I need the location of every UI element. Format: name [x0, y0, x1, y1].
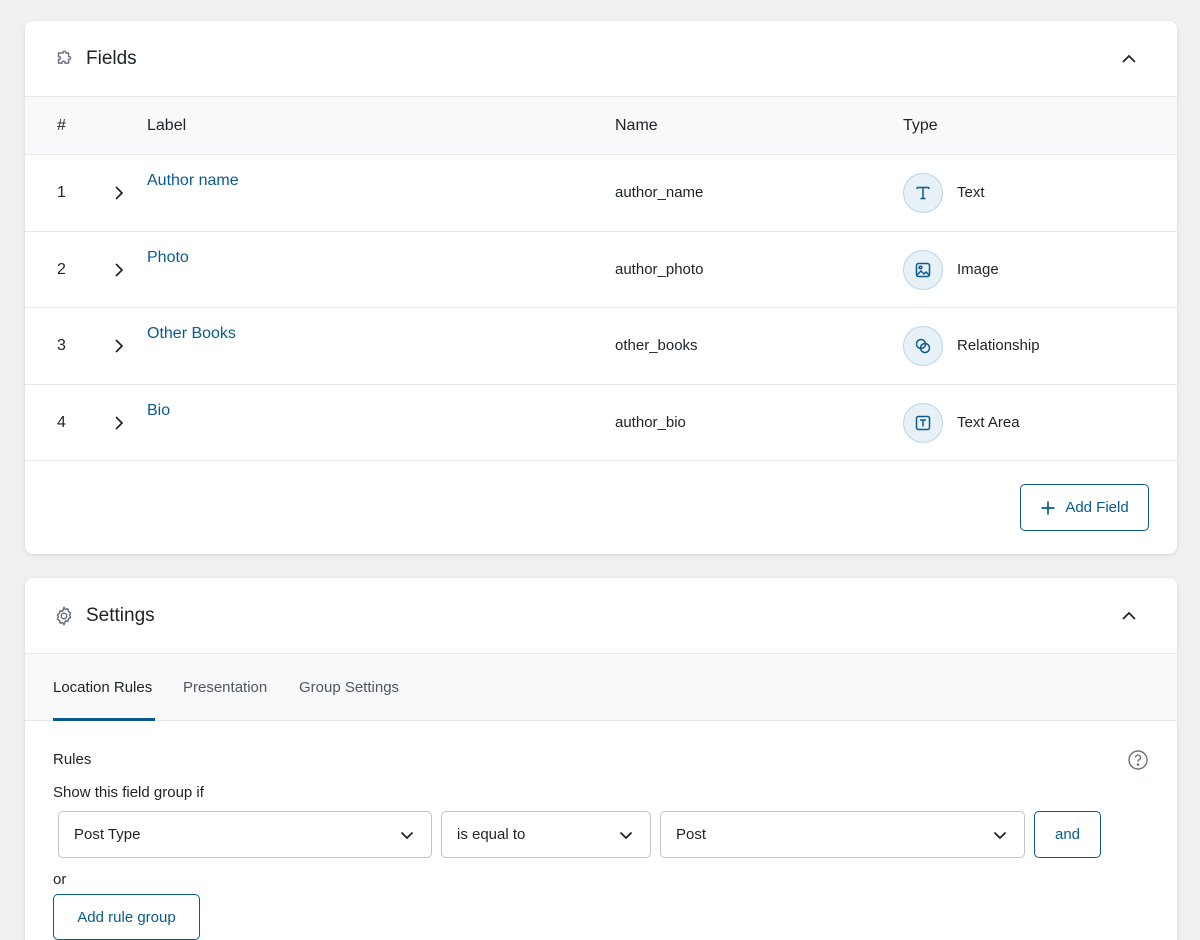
fields-table-header: # Label Name Type [25, 97, 1177, 155]
chevron-up-icon[interactable] [1119, 606, 1139, 626]
field-name: author_name [615, 184, 704, 201]
chevron-down-icon [991, 826, 1009, 844]
chevron-down-icon [617, 826, 635, 844]
field-number: 1 [57, 184, 66, 201]
settings-tabs: Location Rules Presentation Group Settin… [25, 654, 1177, 721]
and-button[interactable]: and [1034, 811, 1101, 858]
rule-operator-value: is equal to [457, 826, 526, 843]
field-number: 2 [57, 260, 66, 278]
chevron-right-icon[interactable] [111, 337, 127, 355]
rule-param-value: Post Type [74, 826, 141, 843]
field-label-link[interactable]: Other Books [147, 325, 236, 343]
image-type-icon [903, 249, 943, 290]
column-header-label: Label [147, 117, 187, 134]
field-row[interactable]: 2 Photo author_photo Image [25, 232, 1177, 308]
tab-presentation[interactable]: Presentation [183, 679, 267, 696]
field-number: 4 [57, 413, 66, 431]
rule-value-value: Post [676, 826, 707, 843]
help-icon[interactable] [1127, 749, 1149, 771]
field-type: Image [957, 260, 999, 278]
add-field-button[interactable]: Add Field [1020, 484, 1149, 531]
active-tab-indicator [53, 718, 155, 721]
field-label-link[interactable]: Photo [147, 249, 189, 267]
rule-value-select[interactable]: Post [660, 811, 1025, 858]
chevron-right-icon[interactable] [111, 184, 127, 202]
puzzle-icon [53, 48, 75, 70]
column-header-type: Type [903, 117, 938, 134]
add-rule-group-button[interactable]: Add rule group [53, 894, 200, 940]
settings-panel: Settings Location Rules Presentation Gro… [25, 578, 1177, 940]
fields-panel: Fields # Label Name Type 1 Author name a… [25, 21, 1177, 554]
column-header-number: # [57, 117, 66, 134]
or-label: or [53, 871, 67, 888]
field-type: Text Area [957, 413, 1020, 431]
field-row[interactable]: 1 Author name author_name Text [25, 155, 1177, 232]
column-header-name: Name [615, 117, 658, 134]
chevron-down-icon [398, 826, 416, 844]
add-field-label: Add Field [1065, 499, 1129, 516]
field-name: author_bio [615, 413, 686, 431]
field-row[interactable]: 4 Bio author_bio Text Area [25, 385, 1177, 461]
tab-group-settings[interactable]: Group Settings [299, 679, 399, 696]
tab-location-rules[interactable]: Location Rules [53, 679, 152, 696]
field-label-link[interactable]: Bio [147, 402, 170, 420]
chevron-right-icon[interactable] [111, 414, 127, 432]
textarea-type-icon [903, 402, 943, 443]
settings-panel-title: Settings [86, 604, 155, 626]
text-type-icon [903, 173, 943, 213]
field-name: author_photo [615, 260, 704, 278]
field-row[interactable]: 3 Other Books other_books Relationship [25, 308, 1177, 385]
gear-icon [53, 605, 75, 627]
fields-panel-title: Fields [86, 47, 137, 69]
field-number: 3 [57, 337, 66, 354]
fields-panel-header[interactable]: Fields [25, 21, 1177, 97]
rule-operator-select[interactable]: is equal to [441, 811, 651, 858]
field-type: Relationship [957, 337, 1040, 354]
chevron-up-icon[interactable] [1119, 49, 1139, 69]
rules-title: Rules [53, 751, 92, 768]
show-if-label: Show this field group if [53, 784, 204, 801]
chevron-right-icon[interactable] [111, 261, 127, 279]
relationship-type-icon [903, 326, 943, 366]
field-label-link[interactable]: Author name [147, 172, 239, 190]
settings-panel-header[interactable]: Settings [25, 578, 1177, 654]
rule-param-select[interactable]: Post Type [58, 811, 432, 858]
field-type: Text [957, 184, 985, 201]
field-name: other_books [615, 337, 698, 354]
plus-icon [1040, 500, 1056, 516]
